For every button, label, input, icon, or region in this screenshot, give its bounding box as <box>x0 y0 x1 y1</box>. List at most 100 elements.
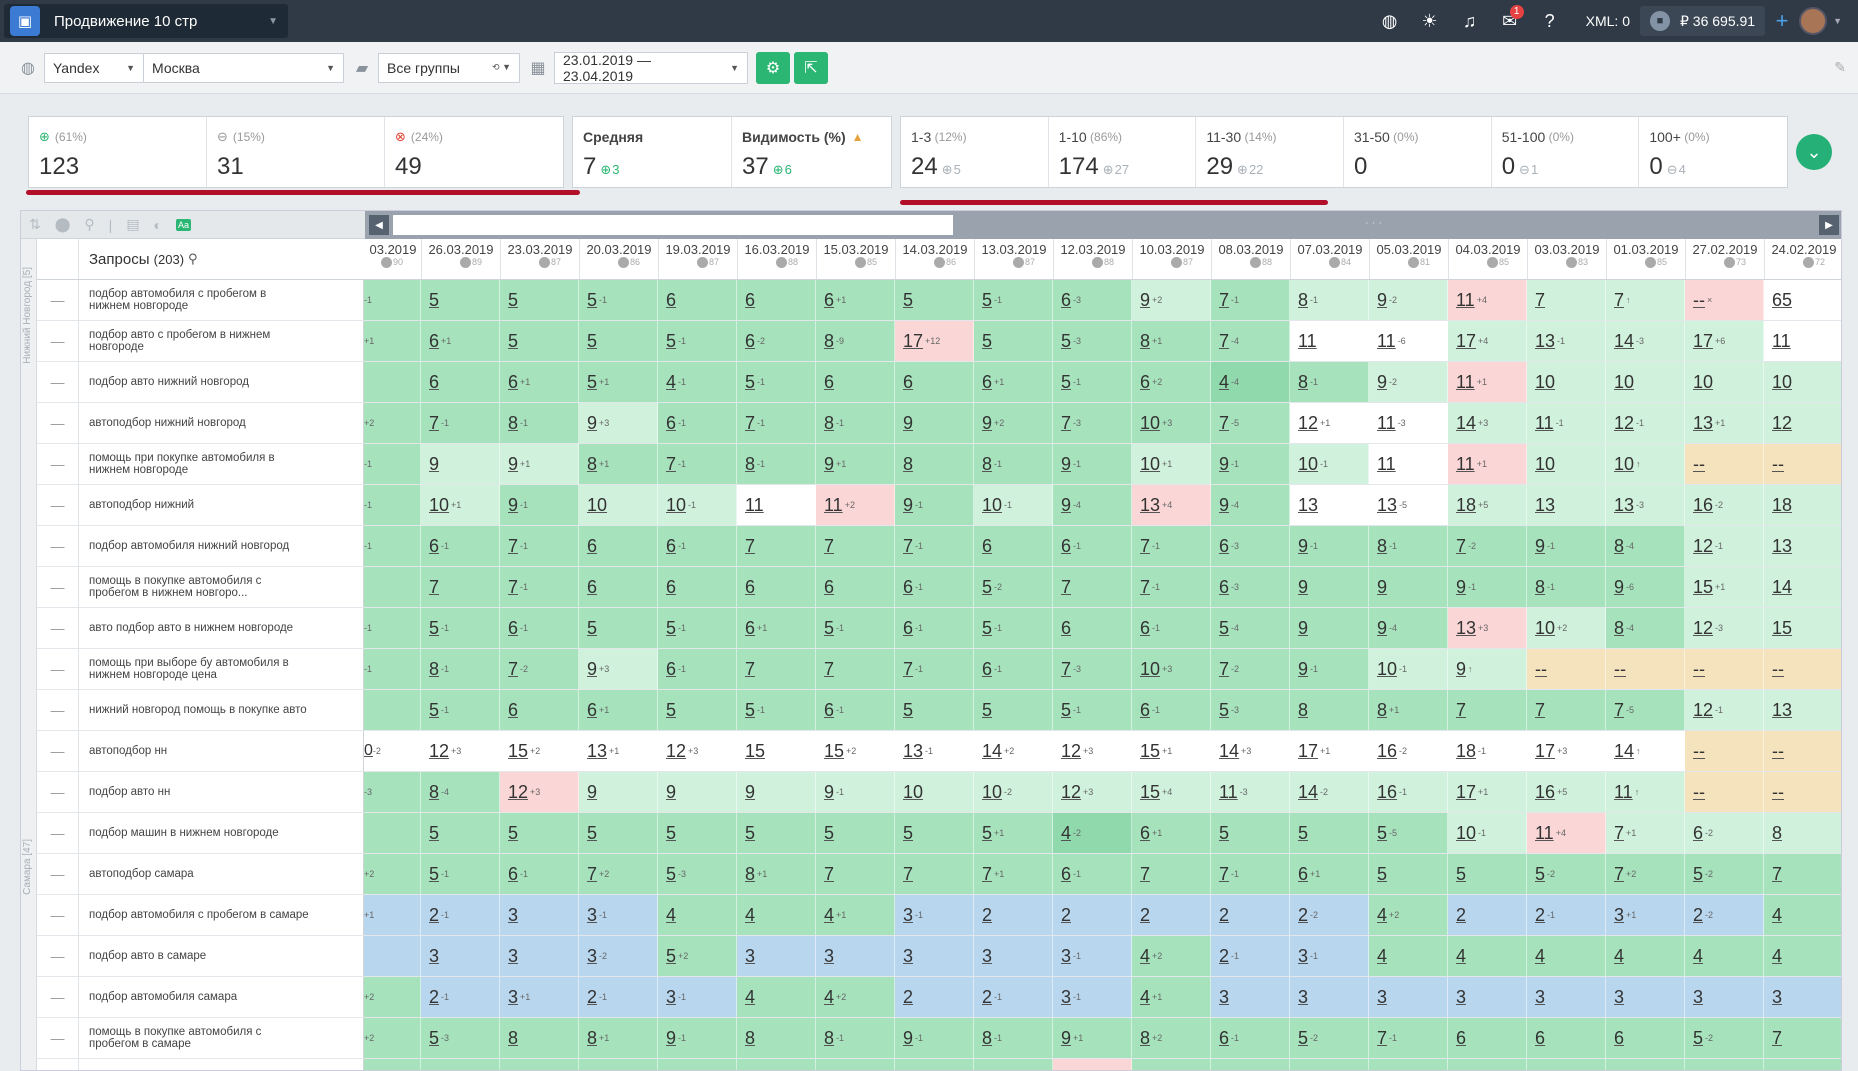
position-cell[interactable]: 6 <box>500 690 579 730</box>
position-cell[interactable]: 11 <box>1290 321 1369 361</box>
date-column-header[interactable]: 27.02.2019 73 <box>1686 239 1765 279</box>
position-cell[interactable]: 2 -2 <box>1685 895 1764 935</box>
position-cell[interactable]: 18 +5 <box>1448 485 1527 525</box>
position-cell[interactable]: 7 <box>816 649 895 689</box>
position-cell[interactable]: 3 -1 <box>1053 936 1132 976</box>
position-cell[interactable]: 9 -2 <box>1369 362 1448 402</box>
position-cell[interactable]: 7 -4 <box>1211 321 1290 361</box>
position-cell[interactable]: 6 <box>579 526 658 566</box>
position-cell[interactable]: 8 <box>500 1018 579 1058</box>
position-cell[interactable]: 2 <box>1211 895 1290 935</box>
link-icon[interactable]: ⚲ <box>84 216 94 233</box>
mail-icon[interactable]: ✉ 1 <box>1490 0 1530 42</box>
position-cell[interactable]: 5 -1 <box>737 362 816 402</box>
position-cell[interactable]: 5 <box>500 321 579 361</box>
position-cell[interactable]: +1 <box>364 895 421 935</box>
position-cell[interactable]: 15 +4 <box>1132 772 1211 812</box>
position-cell[interactable]: 9 -1 <box>895 485 974 525</box>
position-cell[interactable]: 11 +4 <box>1527 813 1606 853</box>
position-cell[interactable]: 6 <box>658 567 737 607</box>
position-cell[interactable]: 8 -1 <box>1369 526 1448 566</box>
position-cell[interactable]: 7 -5 <box>1606 690 1685 730</box>
position-cell[interactable]: 12-2 <box>579 1059 658 1070</box>
position-cell[interactable]: 11 +1 <box>1448 362 1527 402</box>
position-cell[interactable]: -- × <box>1685 280 1764 320</box>
position-cell[interactable]: 15 +1 <box>1685 567 1764 607</box>
position-cell[interactable]: 6 -1 <box>1211 1018 1290 1058</box>
position-cell[interactable]: 6 <box>1606 1018 1685 1058</box>
position-cell[interactable]: 6 -1 <box>658 403 737 443</box>
position-cell[interactable]: 3 -1 <box>895 895 974 935</box>
position-cell[interactable]: 10 <box>1527 362 1606 402</box>
position-cell[interactable]: 3 +1 <box>1606 895 1685 935</box>
position-cell[interactable]: 7 <box>1764 854 1841 894</box>
date-column-header[interactable]: 19.03.2019 87 <box>659 239 738 279</box>
position-cell[interactable]: 3 <box>895 936 974 976</box>
position-cell[interactable]: 12 -3 <box>1685 608 1764 648</box>
position-cell[interactable]: 9 -4 <box>1053 485 1132 525</box>
position-cell[interactable]: 9 +2 <box>1132 280 1211 320</box>
position-cell[interactable]: 12 +3 <box>658 731 737 771</box>
position-cell[interactable]: 9 -1 <box>1211 444 1290 484</box>
date-column-header[interactable]: 01.03.2019 85 <box>1607 239 1686 279</box>
position-cell[interactable]: 8 -1 <box>816 1018 895 1058</box>
position-cell[interactable]: 8 +1 <box>579 1018 658 1058</box>
balance-box[interactable]: ■ ₽ 36 695.91 <box>1639 6 1766 36</box>
position-cell[interactable]: 4 <box>1527 936 1606 976</box>
position-cell[interactable]: 10 -1 <box>1448 813 1527 853</box>
range-1-10[interactable]: 1-10 (86%) 174 ⊕27 <box>1049 117 1197 187</box>
position-cell[interactable]: 15 +2 <box>816 731 895 771</box>
position-cell[interactable]: 9 -1 <box>1290 649 1369 689</box>
position-cell[interactable]: 9 -1 <box>658 1018 737 1058</box>
position-cell[interactable]: 7 <box>1132 854 1211 894</box>
position-cell[interactable]: 5 -1 <box>421 690 500 730</box>
position-cell[interactable]: 3 <box>1764 977 1841 1017</box>
position-cell[interactable]: 7 -1 <box>1132 567 1211 607</box>
position-cell[interactable]: 13 <box>895 1059 974 1070</box>
position-cell[interactable]: 5 -2 <box>1527 854 1606 894</box>
position-cell[interactable]: 8 +1 <box>579 444 658 484</box>
position-cell[interactable] <box>364 690 421 730</box>
position-cell[interactable]: 17 +12 <box>895 321 974 361</box>
position-cell[interactable]: 18 <box>1764 485 1841 525</box>
position-cell[interactable]: 5 <box>658 690 737 730</box>
position-cell[interactable]: -- <box>1764 731 1841 771</box>
position-cell[interactable]: 5 <box>737 813 816 853</box>
position-cell[interactable]: 4 -2 <box>1053 813 1132 853</box>
position-cell[interactable]: 2 -1 <box>421 895 500 935</box>
position-cell[interactable]: 6 <box>421 362 500 402</box>
position-cell[interactable]: 12 <box>1211 1059 1290 1070</box>
position-cell[interactable]: 5 -2 <box>1290 1018 1369 1058</box>
position-cell[interactable]: 3 <box>974 936 1053 976</box>
position-cell[interactable]: 6 <box>895 362 974 402</box>
position-cell[interactable]: 10 <box>1685 362 1764 402</box>
position-cell[interactable]: 6 -1 <box>1053 526 1132 566</box>
range-11-30[interactable]: 11-30 (14%) 29 ⊕22 <box>1196 117 1345 187</box>
position-cell[interactable]: 8 -1 <box>1527 567 1606 607</box>
position-cell[interactable]: 3 <box>1606 977 1685 1017</box>
position-cell[interactable]: 15 <box>1764 608 1841 648</box>
position-cell[interactable]: 4 <box>1448 936 1527 976</box>
position-cell[interactable]: 5 <box>895 813 974 853</box>
position-cell[interactable]: 11 +1 <box>1448 444 1527 484</box>
position-cell[interactable]: +1 <box>364 321 421 361</box>
position-cell[interactable]: 6 <box>816 567 895 607</box>
region-select[interactable]: Москва ▼ <box>144 52 344 83</box>
position-cell[interactable]: 5 <box>421 280 500 320</box>
position-cell[interactable]: 3 <box>500 936 579 976</box>
position-cell[interactable]: 5 <box>974 321 1053 361</box>
position-cell[interactable]: 10 <box>1606 362 1685 402</box>
position-cell[interactable]: 5 -1 <box>1053 690 1132 730</box>
query-text[interactable]: подбор авто с пробегом в нижнем новгород… <box>89 329 309 353</box>
position-cell[interactable]: 7 -1 <box>895 649 974 689</box>
position-cell[interactable]: -- <box>1764 444 1841 484</box>
position-cell[interactable]: 4 <box>737 895 816 935</box>
position-cell[interactable]: 13 +3 <box>1448 608 1527 648</box>
position-cell[interactable]: -1 <box>364 649 421 689</box>
position-cell[interactable]: +2 <box>364 977 421 1017</box>
row-toggle-icon[interactable]: — <box>37 936 79 976</box>
query-text[interactable]: помощь в покупке автомобиля с пробегом в… <box>89 1026 309 1050</box>
range-51-100[interactable]: 51-100 (0%) 0 ⊖1 <box>1492 117 1640 187</box>
position-cell[interactable]: 5 -3 <box>1053 321 1132 361</box>
pin-icon[interactable]: ✎ <box>1834 59 1846 76</box>
